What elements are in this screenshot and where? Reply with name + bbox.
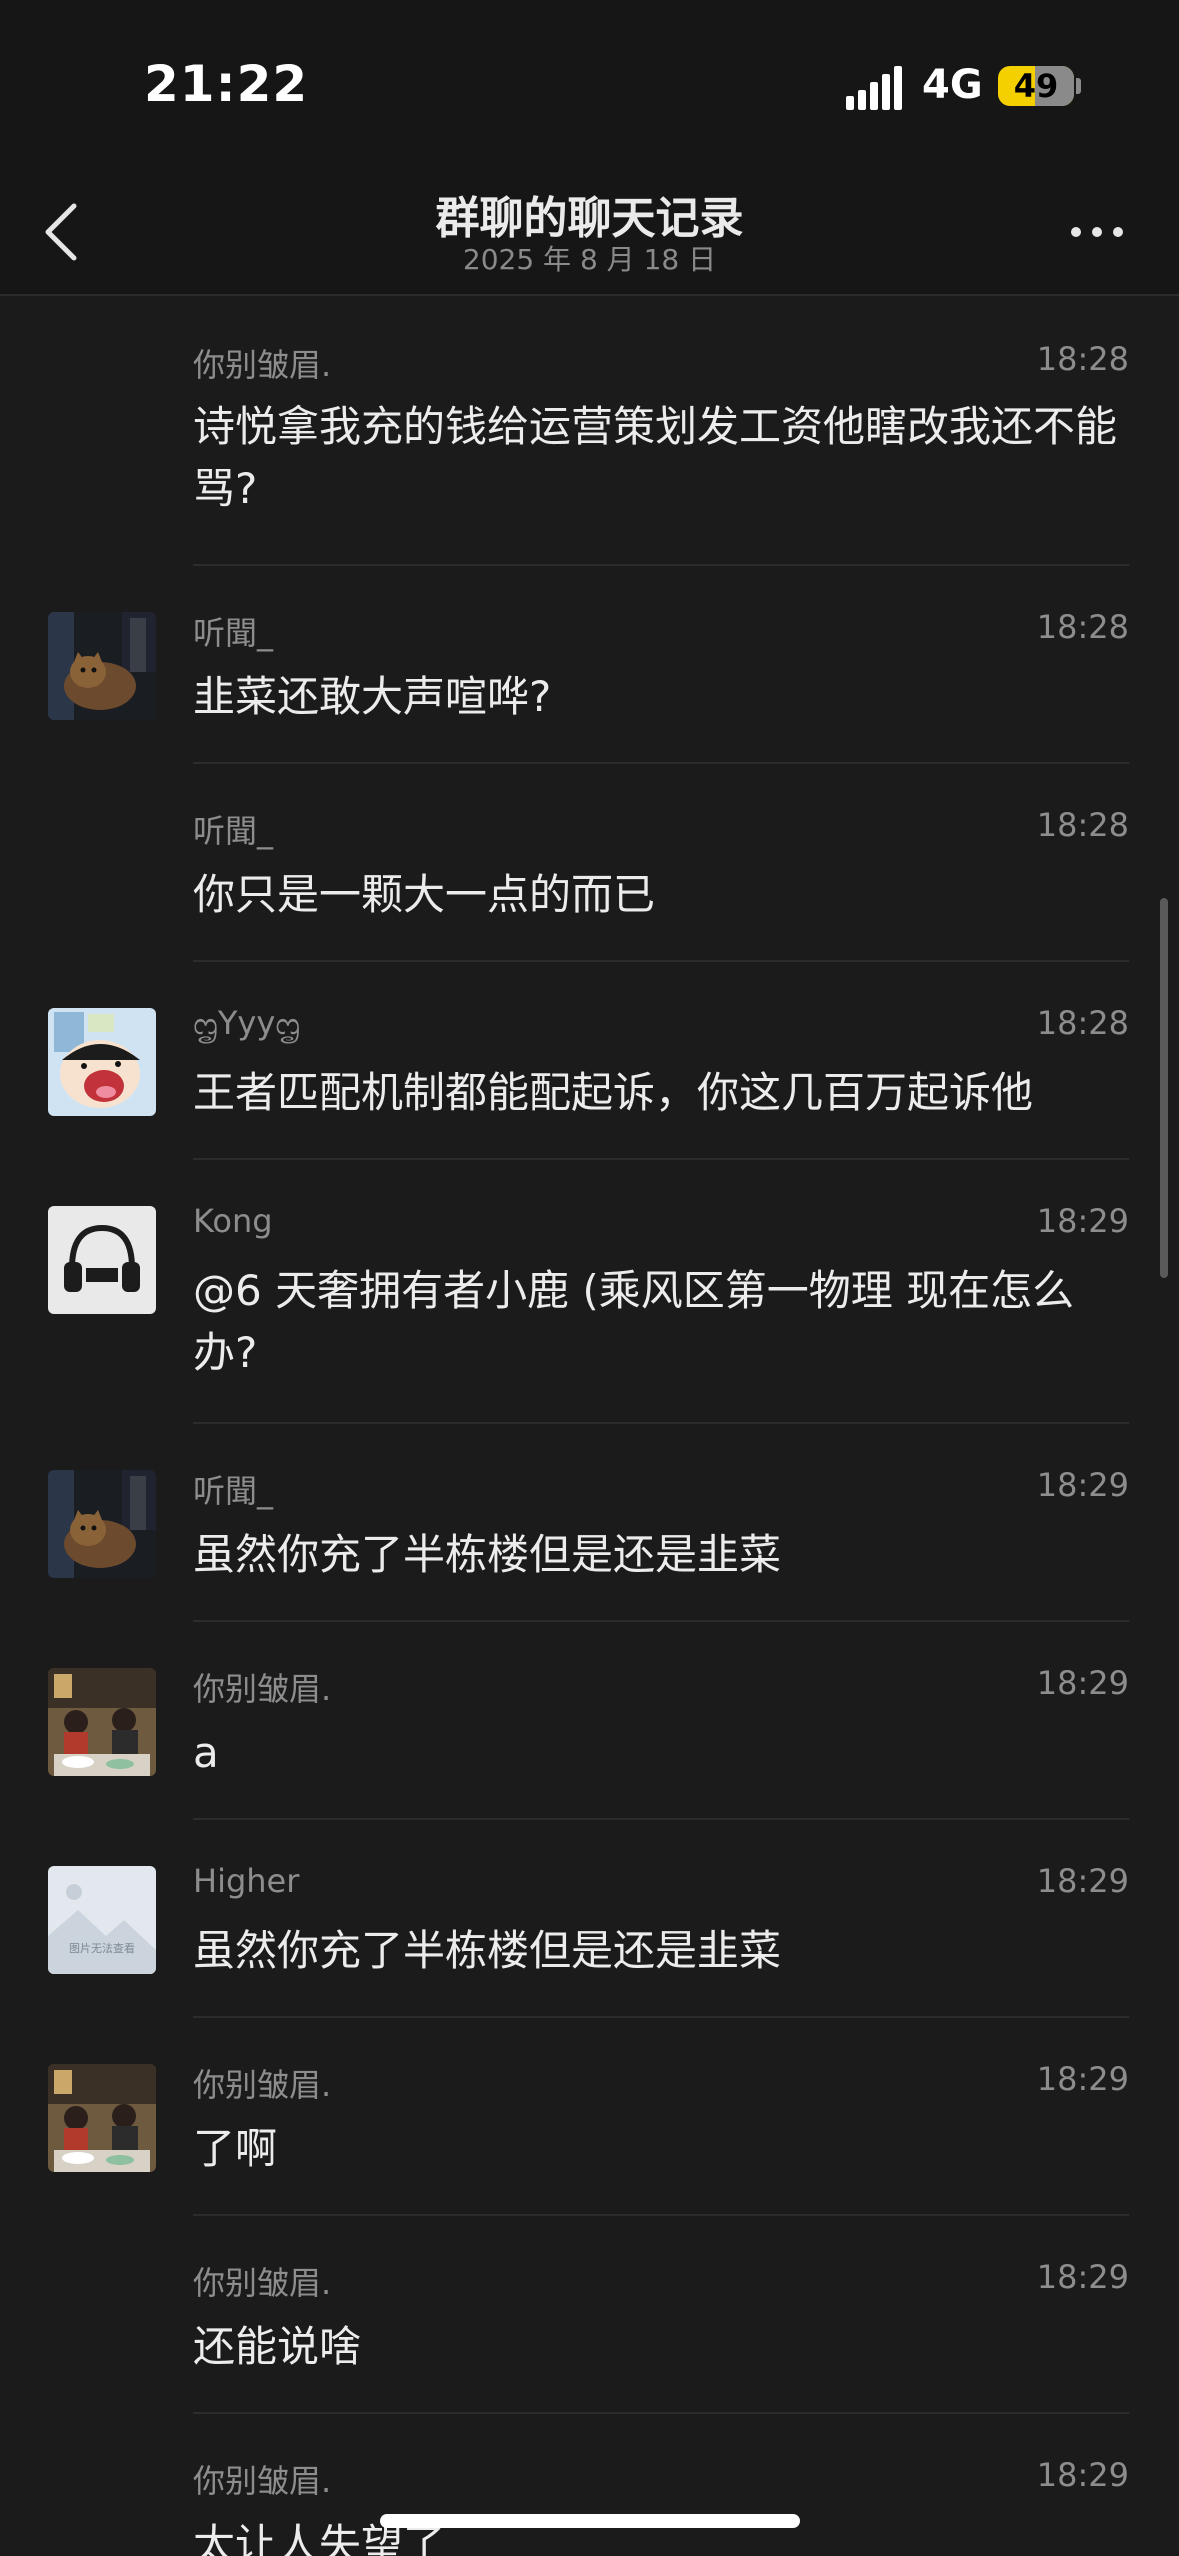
chat-message[interactable]: 图片无法查看 Higher 18:29 虽然你充了半栋楼但是还是韭菜 xyxy=(0,1820,1179,2018)
message-text[interactable]: 虽然你充了半栋楼但是还是韭菜 xyxy=(193,1524,1133,1586)
scrollbar[interactable] xyxy=(1160,898,1168,1278)
chat-message[interactable]: 听聞_ 18:28 你只是一颗大一点的而已 xyxy=(0,764,1179,962)
message-time: 18:29 xyxy=(1036,1202,1129,1240)
battery-tip xyxy=(1076,78,1081,94)
message-text[interactable]: 王者匹配机制都能配起诉，你这几百万起诉他 xyxy=(193,1062,1133,1124)
avatar[interactable] xyxy=(48,2064,156,2172)
sender-name[interactable]: Higher xyxy=(193,1862,299,1900)
page-subtitle-date: 2025 年 8 月 18 日 xyxy=(462,243,717,276)
sender-name[interactable]: ᦗYyyᦗ xyxy=(193,1004,300,1044)
sender-name[interactable]: Kong xyxy=(193,1202,273,1240)
message-time: 18:29 xyxy=(1036,2060,1129,2098)
message-time: 18:29 xyxy=(1036,1466,1129,1504)
avatar-caption: 图片无法查看 xyxy=(69,1942,135,1955)
avatar[interactable] xyxy=(48,1668,156,1776)
network-type: 4G xyxy=(922,62,983,108)
chat-history-list[interactable]: 你别皱眉. 18:28 诗悦拿我充的钱给运营策划发工资他瞎改我还不能骂? 听聞_ 18:… xyxy=(0,296,1179,2556)
avatar[interactable] xyxy=(48,612,156,720)
message-text[interactable]: a xyxy=(193,1722,1133,1784)
message-time: 18:29 xyxy=(1036,2456,1129,2494)
message-time: 18:29 xyxy=(1036,1862,1129,1900)
more-dots-icon xyxy=(1071,227,1123,237)
avatar[interactable] xyxy=(48,1008,156,1116)
sender-name[interactable]: 你别皱眉. xyxy=(193,2258,331,2304)
message-text[interactable]: 还能说啥 xyxy=(193,2316,1133,2378)
chat-message[interactable]: 你别皱眉. 18:29 a xyxy=(0,1622,1179,1820)
chat-message[interactable]: 听聞_ 18:28 韭菜还敢大声喧哗? xyxy=(0,566,1179,764)
sender-name[interactable]: 你别皱眉. xyxy=(193,2456,331,2502)
page-title: 群聊的聊天记录 xyxy=(435,193,744,244)
message-time: 18:28 xyxy=(1036,340,1129,378)
message-time: 18:28 xyxy=(1036,1004,1129,1042)
battery-level-text: 49 xyxy=(1013,67,1059,105)
avatar[interactable] xyxy=(48,1470,156,1578)
chat-message[interactable]: 你别皱眉. 18:28 诗悦拿我充的钱给运营策划发工资他瞎改我还不能骂? xyxy=(0,296,1179,566)
sender-name[interactable]: 你别皱眉. xyxy=(193,1664,331,1710)
message-text[interactable]: @6 天奢拥有者小鹿 (乘风区第一物理 现在怎么办? xyxy=(193,1260,1133,1384)
message-text[interactable]: 虽然你充了半栋楼但是还是韭菜 xyxy=(193,1920,1133,1982)
chat-message[interactable]: 你别皱眉. 18:29 了啊 xyxy=(0,2018,1179,2216)
signal-bars-icon xyxy=(846,66,906,110)
sender-name[interactable]: 你别皱眉. xyxy=(193,340,331,386)
message-text[interactable]: 韭菜还敢大声喧哗? xyxy=(193,666,1133,728)
sender-name[interactable]: 听聞_ xyxy=(193,608,273,654)
status-time: 21:22 xyxy=(144,55,309,113)
message-time: 18:28 xyxy=(1036,806,1129,844)
chat-message[interactable]: Kong 18:29 @6 天奢拥有者小鹿 (乘风区第一物理 现在怎么办? xyxy=(0,1160,1179,1424)
status-bar: 21:22 4G 49 xyxy=(0,0,1179,170)
avatar[interactable]: 图片无法查看 xyxy=(48,1866,156,1974)
chat-message[interactable]: 你别皱眉. 18:29 太让人失望了 xyxy=(0,2414,1179,2556)
avatar[interactable] xyxy=(48,1206,156,1314)
message-text[interactable]: 诗悦拿我充的钱给运营策划发工资他瞎改我还不能骂? xyxy=(193,396,1133,520)
chat-message[interactable]: 听聞_ 18:29 虽然你充了半栋楼但是还是韭菜 xyxy=(0,1424,1179,1622)
navigation-bar: 群聊的聊天记录 2025 年 8 月 18 日 xyxy=(0,170,1179,296)
message-text[interactable]: 了啊 xyxy=(193,2118,1133,2180)
sender-name[interactable]: 听聞_ xyxy=(193,1466,273,1512)
more-button[interactable] xyxy=(1060,202,1140,262)
message-time: 18:28 xyxy=(1036,608,1129,646)
battery-icon: 49 xyxy=(998,66,1074,106)
message-time: 18:29 xyxy=(1036,1664,1129,1702)
chat-message[interactable]: 你别皱眉. 18:29 还能说啥 xyxy=(0,2216,1179,2414)
sender-name[interactable]: 你别皱眉. xyxy=(193,2060,331,2106)
chat-message[interactable]: ᦗYyyᦗ 18:28 王者匹配机制都能配起诉，你这几百万起诉他 xyxy=(0,962,1179,1160)
home-indicator[interactable] xyxy=(380,2514,800,2528)
sender-name[interactable]: 听聞_ xyxy=(193,806,273,852)
message-time: 18:29 xyxy=(1036,2258,1129,2296)
message-text[interactable]: 你只是一颗大一点的而已 xyxy=(193,864,1133,926)
